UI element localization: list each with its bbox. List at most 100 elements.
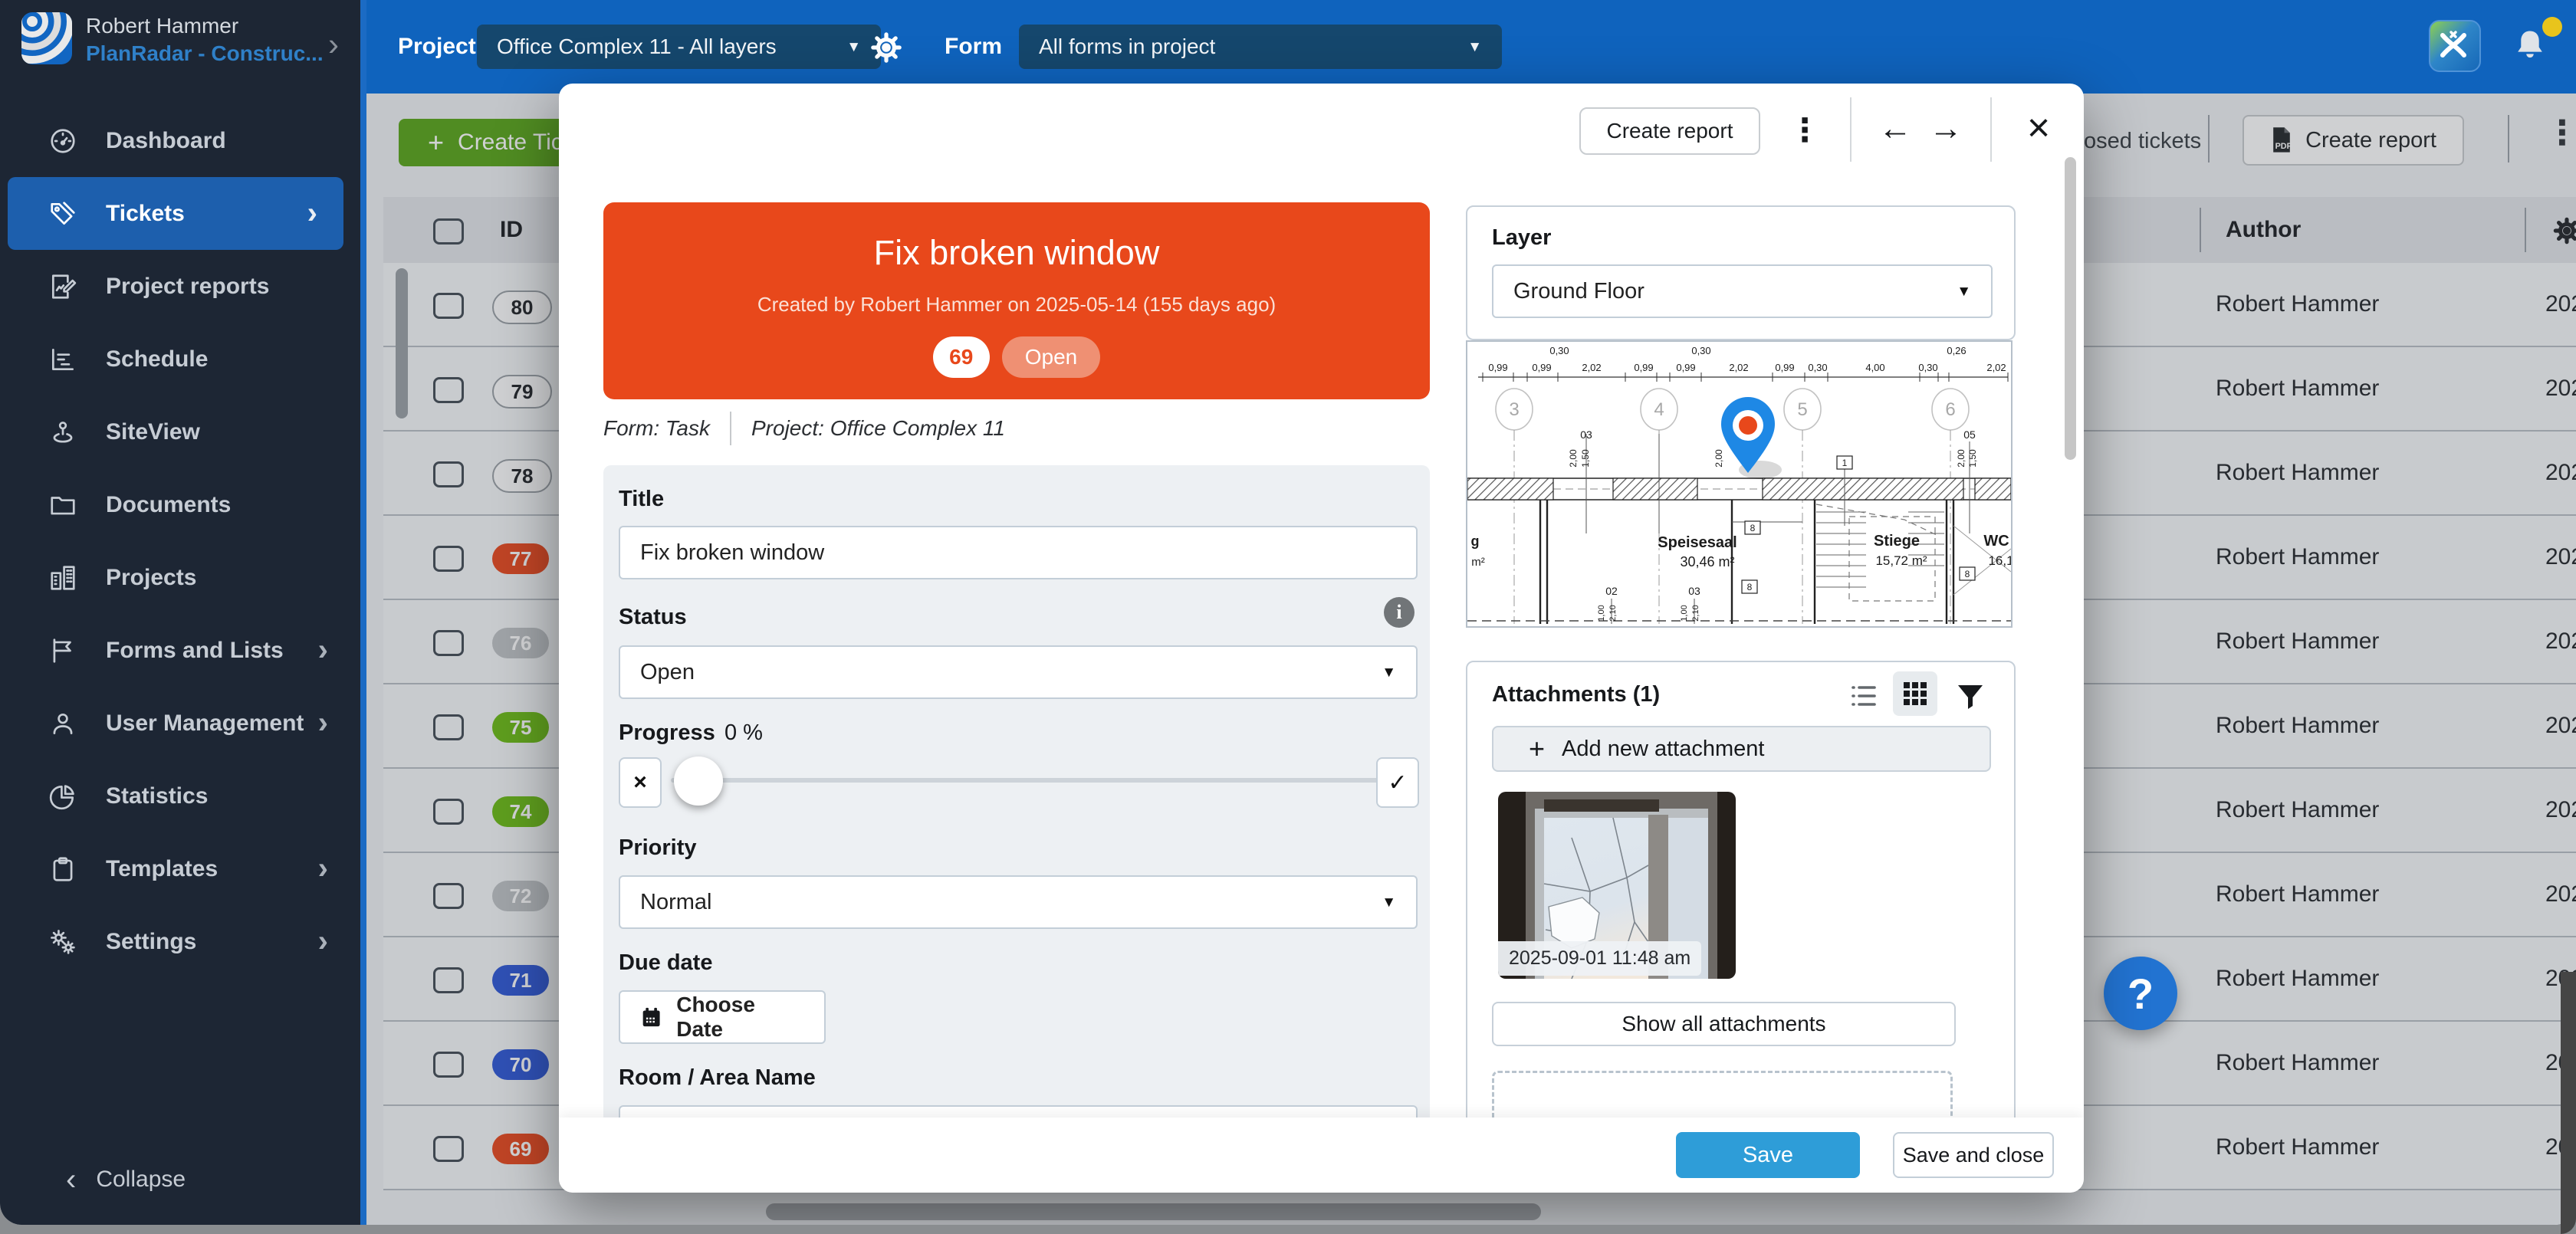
attachment-thumbnail[interactable]: 2025-09-01 11:48 am (1498, 792, 1736, 979)
save-button[interactable]: Save (1676, 1132, 1860, 1178)
sidebar-item-schedule[interactable]: Schedule (0, 323, 354, 395)
plan-annotation: 05 (1963, 428, 1976, 441)
plan-annotation: 2,00 (1714, 449, 1724, 468)
sidebar-item-projects[interactable]: Projects (0, 541, 354, 614)
show-all-attachments-button[interactable]: Show all attachments (1492, 1002, 1956, 1046)
planradar-logo[interactable] (21, 12, 72, 64)
project-label: Project (398, 34, 476, 60)
sidebar-item-label: Tickets (106, 201, 185, 227)
chevron-right-icon: › (318, 706, 328, 740)
sidebar-item-label: User Management (106, 711, 304, 737)
plan-annotation: 03 (1580, 428, 1592, 441)
ticket-status-badge: Open (1002, 336, 1101, 378)
create-report-label: Create report (1607, 119, 1733, 143)
create-report-button[interactable]: Create report (1579, 107, 1760, 155)
sidebar-item-statistics[interactable]: Statistics (0, 760, 354, 832)
attachments-title: Attachments (1) (1492, 682, 1660, 707)
save-and-close-button[interactable]: Save and close (1893, 1132, 2054, 1178)
choose-date-button[interactable]: Choose Date (619, 990, 826, 1044)
layer-select[interactable]: Ground Floor ▼ (1492, 264, 1993, 318)
plan-annotation: 2,00 (1568, 449, 1579, 468)
room-label: Room / Area Name (619, 1065, 816, 1091)
sidebar-item-label: SiteView (106, 419, 200, 445)
plan-annotation: WC (1983, 533, 2009, 550)
account-name[interactable]: PlanRadar - Construc... (86, 41, 324, 66)
title-label: Title (619, 487, 664, 512)
siteview-icon (48, 417, 78, 448)
window-edge (2561, 972, 2576, 1234)
form-select-value: All forms in project (1039, 34, 1215, 59)
modal-scrollbar[interactable] (2065, 157, 2076, 460)
plan-annotation: 8 (1965, 569, 1970, 579)
plan-annotation: 0,30 (1918, 362, 1937, 373)
plan-annotation: 30,46 m² (1680, 554, 1734, 569)
sidebar-item-forms-and-lists[interactable]: Forms and Lists› (0, 614, 354, 687)
progress-clear-button[interactable]: × (619, 757, 662, 808)
ticket-form-line: Form: Task (603, 416, 710, 441)
sidebar-item-templates[interactable]: Templates› (0, 832, 354, 905)
gear-icon[interactable] (863, 25, 909, 71)
add-attachment-button[interactable]: + Add new attachment (1492, 726, 1991, 772)
show-all-label: Show all attachments (1622, 1012, 1825, 1036)
sidebar-item-dashboard[interactable]: Dashboard (0, 104, 354, 177)
sidebar-item-label: Settings (106, 929, 196, 955)
chevron-down-icon: ▼ (846, 40, 861, 54)
project-select-value: Office Complex 11 - All layers (497, 34, 777, 59)
topbar: Project Office Complex 11 - All layers ▼… (0, 0, 2576, 94)
plan-annotation: 6 (1945, 399, 1955, 420)
form-select[interactable]: All forms in project ▼ (1019, 25, 1502, 69)
plan-annotation: 0,99 (1532, 362, 1551, 373)
app-logo-icon[interactable] (2429, 20, 2481, 72)
priority-select-value: Normal (640, 890, 711, 915)
sidebar-nav: DashboardTickets›Project reportsSchedule… (0, 104, 354, 978)
floor-plan[interactable]: 0,300,300,260,990,992,020,990,992,020,99… (1466, 340, 2013, 628)
progress-confirm-button[interactable]: ✓ (1376, 757, 1419, 808)
help-button[interactable]: ? (2104, 957, 2177, 1030)
list-view-icon[interactable] (1845, 678, 1881, 714)
filter-icon[interactable] (1952, 678, 1989, 714)
sidebar-item-settings[interactable]: Settings› (0, 905, 354, 978)
progress-slider-track[interactable] (671, 778, 1379, 783)
layer-panel: Layer Ground Floor ▼ (1466, 205, 2016, 340)
arrow-right-icon[interactable]: → (1922, 105, 1970, 153)
info-icon[interactable]: i (1384, 597, 1414, 628)
plan-annotation: 2,10 (1691, 605, 1700, 621)
pie-icon (48, 781, 78, 812)
sidebar-item-user-management[interactable]: User Management › (0, 687, 354, 760)
sidebar-item-label: Project reports (106, 274, 269, 300)
plan-annotation: m² (1471, 556, 1485, 569)
title-input[interactable]: Fix broken window (619, 526, 1418, 579)
ticket-created-line: Created by Robert Hammer on 2025-05-14 (… (603, 293, 1430, 317)
sidebar-item-documents[interactable]: Documents (0, 468, 354, 541)
sidebar-item-label: Templates (106, 856, 218, 882)
arrow-left-icon[interactable]: ← (1871, 105, 1919, 153)
progress-slider-handle[interactable] (674, 756, 723, 806)
user-name: Robert Hammer (86, 14, 238, 38)
ticket-project-line: Project: Office Complex 11 (751, 416, 1005, 441)
project-select[interactable]: Office Complex 11 - All layers ▼ (477, 25, 881, 69)
plan-annotation: 4 (1654, 399, 1664, 420)
ticket-pin-icon (1721, 397, 1782, 479)
notification-dot (2542, 17, 2562, 37)
plan-annotation: 16,1 (1988, 553, 2011, 568)
status-label: Status (619, 605, 687, 630)
priority-select[interactable]: Normal ▼ (619, 875, 1418, 929)
plan-annotation: 1,50 (1580, 449, 1591, 468)
plan-annotation: 0,30 (1808, 362, 1827, 373)
sidebar-item-label: Dashboard (106, 128, 226, 154)
folder-icon (48, 490, 78, 520)
sidebar-item-siteview[interactable]: SiteView (0, 395, 354, 468)
sidebar-item-project-reports[interactable]: Project reports (0, 250, 354, 323)
kebab-menu-icon[interactable]: ⋮ (1786, 107, 1824, 153)
plan-annotation: Speisesaal (1658, 534, 1737, 551)
close-icon[interactable]: × (2014, 103, 2063, 153)
status-select[interactable]: Open ▼ (619, 645, 1418, 699)
attachment-timestamp: 2025-09-01 11:48 am (1498, 941, 1701, 976)
chevron-right-icon[interactable]: › (328, 26, 339, 63)
grid-view-icon[interactable] (1893, 671, 1937, 716)
plan-annotation: 4,00 (1865, 362, 1884, 373)
sidebar-item-tickets[interactable]: Tickets› (8, 177, 343, 250)
plan-annotation: Stiege (1874, 533, 1920, 550)
collapse-button[interactable]: ‹ Collapse (0, 1153, 420, 1206)
ticket-card: Fix broken window Created by Robert Hamm… (603, 202, 1430, 399)
